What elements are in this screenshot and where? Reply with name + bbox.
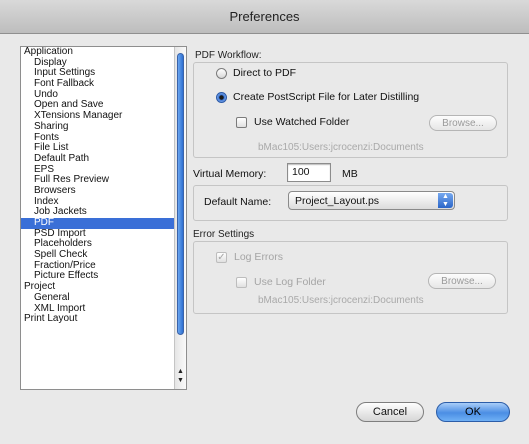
- radio-button[interactable]: [216, 67, 227, 79]
- use-watched-folder-checkbox[interactable]: [236, 116, 247, 128]
- ok-button[interactable]: OK: [436, 402, 510, 422]
- default-name-select[interactable]: Project_Layout.ps ▲ ▼: [288, 191, 455, 210]
- log-folder-browse-button[interactable]: Browse...: [428, 273, 496, 289]
- arrow-down-icon: ▼: [442, 200, 449, 208]
- sidebar-item[interactable]: Sharing: [21, 121, 186, 133]
- window-title: Preferences: [229, 9, 300, 24]
- log-folder-path: bMac105:Users:jcrocenzi:Documents: [258, 295, 424, 306]
- log-errors-option[interactable]: ✓ Log Errors: [216, 251, 283, 263]
- virtual-memory-unit: MB: [342, 168, 358, 180]
- title-bar: Preferences: [0, 0, 529, 34]
- direct-to-pdf-option[interactable]: Direct to PDF: [216, 67, 296, 79]
- arrow-up-icon: ▲: [442, 193, 449, 200]
- create-postscript-option[interactable]: Create PostScript File for Later Distill…: [216, 91, 419, 103]
- log-errors-checkbox[interactable]: ✓: [216, 251, 227, 263]
- scroll-down-icon[interactable]: ▼: [175, 376, 186, 385]
- create-postscript-label[interactable]: Create PostScript File for Later Distill…: [233, 91, 419, 103]
- sidebar-scrollbar[interactable]: ▲ ▼: [174, 47, 186, 389]
- use-watched-folder-label[interactable]: Use Watched Folder: [254, 116, 349, 128]
- sidebar-group-header[interactable]: Print Layout: [21, 313, 186, 325]
- direct-to-pdf-label[interactable]: Direct to PDF: [233, 67, 296, 79]
- preferences-category-list[interactable]: Application Display Input Settings Font Fal…: [20, 46, 187, 390]
- log-errors-label[interactable]: Log Errors: [234, 251, 283, 263]
- cancel-button[interactable]: Cancel: [356, 402, 424, 422]
- radio-button-selected[interactable]: [216, 91, 227, 103]
- virtual-memory-label: Virtual Memory:: [193, 168, 267, 180]
- virtual-memory-input[interactable]: 100: [287, 163, 331, 182]
- use-log-folder-label[interactable]: Use Log Folder: [254, 276, 326, 288]
- watched-folder-browse-button[interactable]: Browse...: [429, 115, 497, 131]
- use-watched-folder-option[interactable]: Use Watched Folder: [236, 116, 349, 128]
- sidebar-item[interactable]: General: [21, 292, 186, 304]
- checkmark-icon: ✓: [217, 251, 226, 263]
- category-list: Application Display Input Settings Font Fal…: [21, 47, 186, 325]
- default-name-label: Default Name:: [204, 196, 272, 208]
- scroll-thumb[interactable]: [177, 53, 184, 335]
- error-settings-label: Error Settings: [193, 229, 255, 240]
- select-arrows-icon: ▲ ▼: [438, 193, 453, 208]
- pdf-workflow-label: PDF Workflow:: [195, 50, 262, 61]
- sidebar-item[interactable]: Default Path: [21, 153, 186, 165]
- scroll-arrows[interactable]: ▲ ▼: [175, 367, 186, 387]
- watched-folder-path: bMac105:Users:jcrocenzi:Documents: [258, 142, 424, 153]
- use-log-folder-checkbox[interactable]: [236, 276, 247, 288]
- scroll-up-icon[interactable]: ▲: [175, 367, 186, 376]
- use-log-folder-option[interactable]: Use Log Folder: [236, 276, 326, 288]
- default-name-value: Project_Layout.ps: [295, 194, 380, 207]
